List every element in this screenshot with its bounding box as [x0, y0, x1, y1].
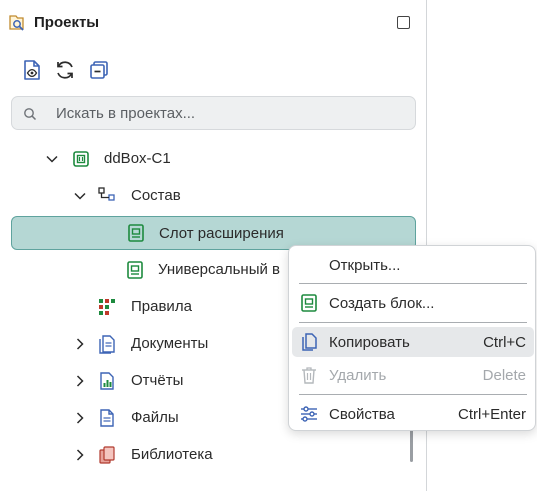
slot-icon — [128, 224, 144, 242]
tree-item-label: ddBox-C1 — [104, 150, 171, 167]
tree-item-label: Слот расширения — [159, 225, 284, 242]
tree-item-composition[interactable]: Состав — [0, 179, 427, 213]
document-eye-icon — [24, 60, 40, 80]
search-box — [11, 96, 416, 130]
tree-item-label: Документы — [131, 335, 209, 352]
chevron-down-icon[interactable] — [73, 189, 87, 203]
menu-item-open[interactable]: Открыть... — [292, 250, 534, 280]
chevron-down-icon[interactable] — [45, 152, 59, 166]
menu-item-shortcut: Ctrl+Enter — [458, 406, 526, 423]
file-icon — [100, 409, 114, 427]
chevron-right-icon[interactable] — [73, 448, 87, 462]
menu-item-shortcut: Delete — [482, 367, 526, 384]
sliders-icon — [301, 406, 317, 422]
search-icon — [24, 108, 37, 121]
chevron-right-icon[interactable] — [73, 374, 87, 388]
panel-header: Проекты — [0, 0, 427, 46]
preview-button[interactable] — [20, 58, 44, 82]
refresh-button[interactable] — [53, 58, 77, 82]
chevron-right-icon[interactable] — [73, 411, 87, 425]
menu-item-label: Свойства — [329, 406, 395, 423]
menu-separator — [299, 322, 527, 323]
projects-search-icon — [9, 15, 24, 31]
block-icon — [301, 294, 317, 312]
tree-item-label: Отчёты — [131, 372, 184, 389]
menu-item-create-block[interactable]: Создать блок... — [292, 288, 534, 318]
slot-icon — [127, 261, 143, 279]
menu-item-label: Создать блок... — [329, 295, 435, 312]
documents-icon — [99, 335, 115, 354]
report-chart-icon — [100, 372, 114, 390]
trash-icon — [302, 367, 316, 384]
structure-icon — [98, 187, 115, 201]
device-icon — [73, 151, 89, 167]
search-input[interactable] — [56, 102, 406, 124]
menu-item-label: Удалить — [329, 367, 387, 384]
menu-separator — [299, 394, 527, 395]
collapse-all-button[interactable] — [87, 58, 111, 82]
tree-item-label: Правила — [131, 298, 192, 315]
tree-item-label: Универсальный в — [158, 261, 280, 278]
library-books-icon — [99, 446, 115, 464]
tree-item-label: Библиотека — [131, 446, 213, 463]
menu-item-label: Копировать — [329, 334, 410, 351]
menu-item-copy[interactable]: Копировать Ctrl+C — [292, 327, 534, 357]
menu-item-properties[interactable]: Свойства Ctrl+Enter — [292, 399, 534, 429]
chevron-right-icon[interactable] — [73, 337, 87, 351]
tree-item-label: Состав — [131, 187, 181, 204]
menu-item-shortcut: Ctrl+C — [483, 334, 526, 351]
menu-separator — [299, 283, 527, 284]
tree-item-label: Файлы — [131, 409, 179, 426]
refresh-icon — [57, 61, 73, 79]
maximize-button[interactable] — [397, 16, 410, 29]
collapse-all-icon — [90, 61, 108, 79]
menu-item-label: Открыть... — [329, 257, 401, 274]
tree-item-library[interactable]: Библиотека — [0, 438, 427, 472]
copy-icon — [302, 333, 317, 351]
menu-item-delete[interactable]: Удалить Delete — [292, 360, 534, 390]
tree-item-ddbox-c1[interactable]: ddBox-C1 — [0, 142, 427, 176]
rules-grid-icon — [99, 299, 115, 315]
context-menu: Открыть... Создать блок... Копировать Ct… — [288, 245, 536, 431]
panel-title: Проекты — [34, 14, 100, 31]
